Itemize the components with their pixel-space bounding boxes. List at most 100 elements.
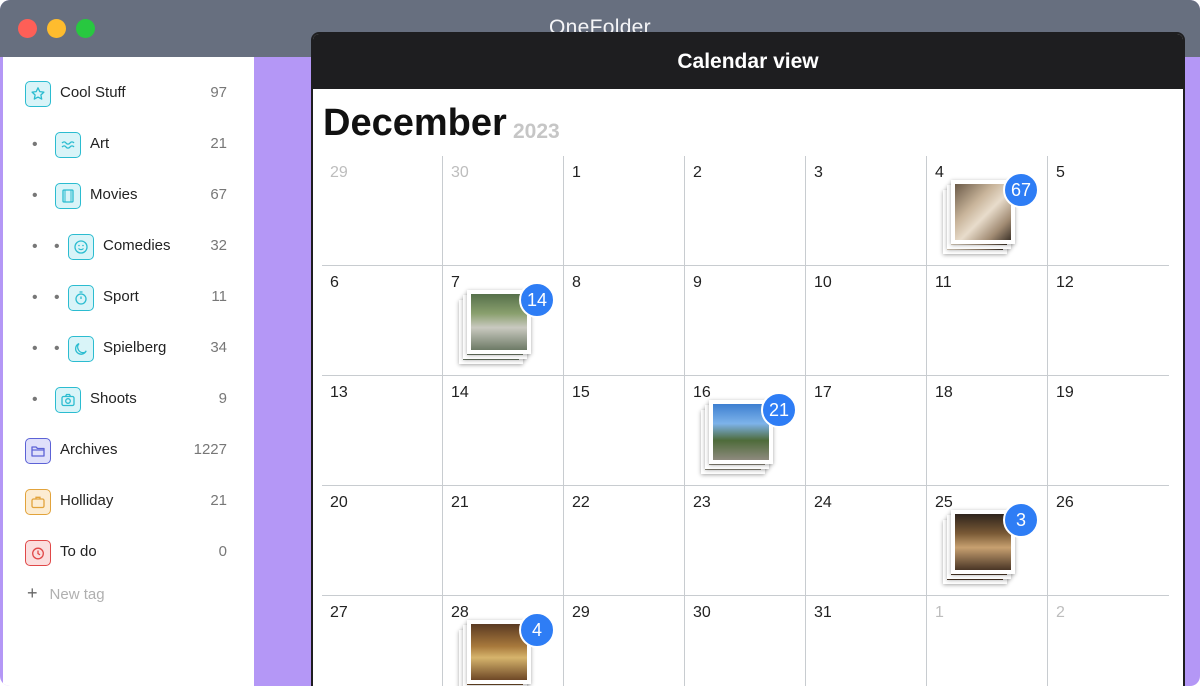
day-number: 17 [814, 384, 832, 401]
day-number: 27 [330, 604, 348, 621]
tag-label: Comedies [103, 237, 171, 254]
tag-item-holliday[interactable]: Holliday 21 [3, 483, 254, 523]
calendar-day-cell[interactable]: 27 [322, 596, 443, 686]
day-number: 6 [330, 274, 339, 291]
year-label: 2023 [513, 120, 560, 143]
calendar-day-cell[interactable]: 23 [685, 486, 806, 596]
calendar-day-cell[interactable]: 10 [806, 266, 927, 376]
tag-item-sport[interactable]: • • Sport 11 [3, 279, 254, 319]
calendar-day-cell[interactable]: 8 [564, 266, 685, 376]
tag-label: To do [60, 543, 97, 560]
day-number: 26 [1056, 494, 1074, 511]
day-number: 31 [814, 604, 832, 621]
plus-icon: + [27, 583, 38, 603]
tag-item-archives[interactable]: Archives 1227 [3, 432, 254, 472]
calendar-day-cell[interactable]: 21 [443, 486, 564, 596]
panel-header: Calendar view [313, 34, 1183, 89]
clock-icon [25, 540, 51, 566]
day-number: 1 [935, 604, 944, 621]
tag-label: Cool Stuff [60, 84, 126, 101]
day-number: 19 [1056, 384, 1074, 401]
calendar-day-cell[interactable]: 5 [1048, 156, 1169, 266]
tag-count: 1227 [193, 441, 227, 458]
day-number: 20 [330, 494, 348, 511]
calendar-day-cell[interactable]: 2 [685, 156, 806, 266]
photo-count-badge: 14 [519, 282, 555, 318]
stopwatch-icon [68, 285, 94, 311]
tag-item-movies[interactable]: • Movies 67 [3, 177, 254, 217]
tag-label: Holliday [60, 492, 114, 509]
calendar-day-cell[interactable]: 19 [1048, 376, 1169, 486]
day-number: 22 [572, 494, 590, 511]
tag-item-comedies[interactable]: • • Comedies 32 [3, 228, 254, 268]
smile-icon [68, 234, 94, 260]
tag-item-art[interactable]: • Art 21 [3, 126, 254, 166]
camera-icon [55, 387, 81, 413]
month-title: December [323, 102, 507, 144]
day-number: 5 [1056, 164, 1065, 181]
tag-item-cool-stuff[interactable]: Cool Stuff 97 [3, 75, 254, 115]
calendar-day-cell[interactable]: 11 [927, 266, 1048, 376]
tag-count: 11 [211, 288, 227, 305]
calendar-day-cell[interactable]: 30 [685, 596, 806, 686]
calendar-day-cell[interactable]: 1 [564, 156, 685, 266]
calendar-day-cell[interactable]: 18 [927, 376, 1048, 486]
tag-item-to-do[interactable]: To do 0 [3, 534, 254, 574]
tag-item-spielberg[interactable]: • • Spielberg 34 [3, 330, 254, 370]
calendar-day-cell[interactable]: 15 [564, 376, 685, 486]
calendar-day-cell[interactable]: 30 [443, 156, 564, 266]
day-number: 1 [572, 164, 581, 181]
day-number: 24 [814, 494, 832, 511]
calendar-day-cell[interactable]: 31 [806, 596, 927, 686]
day-number: 30 [693, 604, 711, 621]
day-number: 29 [330, 164, 348, 181]
day-number: 8 [572, 274, 581, 291]
day-number: 29 [572, 604, 590, 621]
calendar-day-cell[interactable]: 14 [443, 376, 564, 486]
tag-count: 9 [218, 390, 227, 407]
day-number: 14 [451, 384, 469, 401]
tag-count: 34 [210, 339, 227, 356]
calendar-day-cell[interactable]: 22 [564, 486, 685, 596]
calendar-day-cell[interactable]: 29 [322, 156, 443, 266]
calendar-day-cell[interactable]: 12 [1048, 266, 1169, 376]
suitcase-icon [25, 489, 51, 515]
calendar-day-cell[interactable]: 3 [806, 156, 927, 266]
folder-icon [25, 438, 51, 464]
calendar-day-cell[interactable]: 20 [322, 486, 443, 596]
tag-label: Sport [103, 288, 139, 305]
photo-count-badge: 21 [761, 392, 797, 428]
calendar-day-cell[interactable]: 29 [564, 596, 685, 686]
moon-icon [68, 336, 94, 362]
day-number: 7 [451, 274, 460, 291]
indent-marker: • • [32, 289, 66, 306]
calendar-day-cell[interactable]: 2 [1048, 596, 1169, 686]
indent-marker: • [32, 187, 44, 204]
day-number: 2 [1056, 604, 1065, 621]
tag-sidebar: + New tag Cool Stuff 97 • Art 21 • Movies 67 • • C… [3, 57, 254, 686]
indent-marker: • [32, 391, 44, 408]
tag-label: Movies [90, 186, 138, 203]
calendar-day-cell[interactable]: 24 [806, 486, 927, 596]
day-number: 9 [693, 274, 702, 291]
day-number: 13 [330, 384, 348, 401]
app-window: OneFolder + New tag Cool Stuff 97 • Art 21 • Mo… [0, 0, 1200, 686]
tag-label: Art [90, 135, 110, 152]
tag-count: 97 [210, 84, 227, 101]
calendar-day-cell[interactable]: 6 [322, 266, 443, 376]
calendar-day-cell[interactable]: 13 [322, 376, 443, 486]
calendar-day-cell[interactable]: 1 [927, 596, 1048, 686]
photo-count-badge: 67 [1003, 172, 1039, 208]
new-tag-button[interactable]: + New tag [27, 583, 105, 604]
calendar-day-cell[interactable]: 17 [806, 376, 927, 486]
day-number: 21 [451, 494, 469, 511]
calendar-day-cell[interactable]: 26 [1048, 486, 1169, 596]
day-number: 2 [693, 164, 702, 181]
tag-label: Archives [60, 441, 118, 458]
day-number: 15 [572, 384, 590, 401]
star-icon [25, 81, 51, 107]
tag-count: 21 [210, 492, 227, 509]
new-tag-label: New tag [49, 586, 105, 603]
tag-item-shoots[interactable]: • Shoots 9 [3, 381, 254, 421]
calendar-day-cell[interactable]: 9 [685, 266, 806, 376]
